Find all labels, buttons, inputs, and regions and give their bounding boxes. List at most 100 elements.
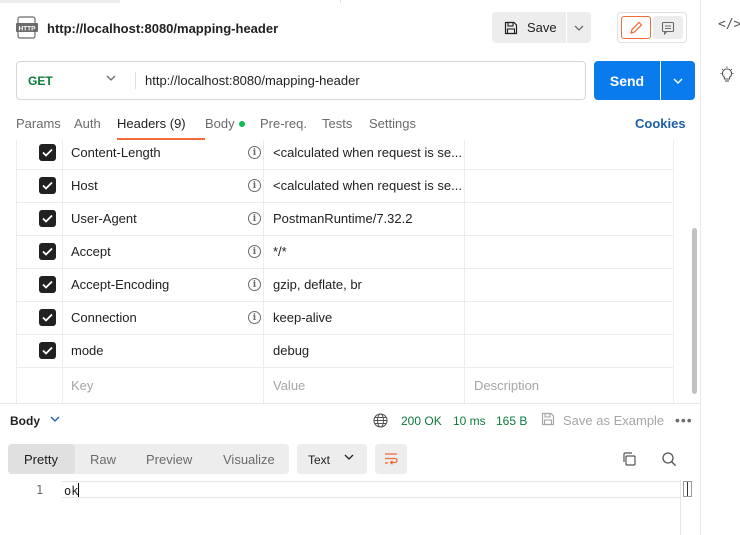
headers-scrollbar[interactable] — [692, 228, 697, 394]
editor-scrollbar[interactable] — [683, 481, 692, 497]
cookies-link[interactable]: Cookies — [635, 116, 686, 131]
body-indicator-dot — [238, 121, 245, 127]
checkmark-icon — [42, 280, 53, 289]
info-icon[interactable]: i — [248, 245, 261, 258]
tab-body-label: Body — [205, 116, 235, 131]
key-input[interactable]: Key — [71, 378, 93, 393]
tab-settings[interactable]: Settings — [369, 116, 416, 131]
tab-body[interactable]: Body — [205, 116, 245, 131]
response-editor[interactable]: 1 ok — [0, 480, 700, 535]
view-tab-pretty[interactable]: Pretty — [24, 452, 58, 467]
row-checkbox[interactable] — [39, 210, 56, 227]
row-checkbox[interactable] — [39, 144, 56, 161]
header-value[interactable]: <calculated when request is se... — [273, 145, 462, 160]
row-checkbox[interactable] — [39, 276, 56, 293]
response-time[interactable]: 10 ms — [453, 414, 486, 428]
header-key[interactable]: Connection — [71, 310, 137, 325]
tab-headers[interactable]: Headers (9) — [117, 116, 186, 131]
tab-strip-segment — [0, 0, 120, 3]
row-checkbox[interactable] — [39, 309, 56, 326]
response-body-select[interactable]: Body — [10, 414, 40, 428]
request-header: HTTP http://localhost:8080/mapping-heade… — [0, 12, 700, 46]
right-sidebar: </> — [700, 0, 740, 535]
info-icon[interactable]: i — [248, 179, 261, 192]
save-label: Save — [527, 20, 557, 35]
save-as-example-button[interactable]: Save as Example — [563, 413, 664, 428]
tab-prereq[interactable]: Pre-req. — [260, 116, 307, 131]
header-key[interactable]: User-Agent — [71, 211, 137, 226]
save-icon — [504, 21, 518, 34]
send-options-button[interactable] — [661, 61, 695, 100]
header-value[interactable]: PostmanRuntime/7.32.2 — [273, 211, 412, 226]
wrap-icon — [385, 453, 398, 465]
table-row: Connection i keep-alive — [17, 302, 673, 335]
request-tabs: Params Auth Headers (9) Body Pre-req. Te… — [16, 116, 696, 140]
more-options-icon[interactable]: ••• — [675, 412, 693, 428]
table-row: User-Agent i PostmanRuntime/7.32.2 — [17, 203, 673, 236]
info-icon[interactable]: i — [248, 146, 261, 159]
description-input[interactable]: Description — [474, 378, 539, 393]
method-select[interactable]: GET — [28, 74, 53, 88]
view-mode-toggle — [617, 12, 687, 43]
chevron-down-icon[interactable] — [50, 416, 60, 422]
checkmark-icon — [42, 214, 53, 223]
url-bar: GET http://localhost:8080/mapping-header — [16, 61, 586, 100]
header-value[interactable]: keep-alive — [273, 310, 332, 325]
response-view-tabs: Pretty Raw Preview Visualize — [8, 444, 289, 474]
wrap-lines-button[interactable] — [375, 444, 407, 474]
editor-ruler — [680, 480, 681, 535]
row-checkbox[interactable] — [39, 243, 56, 260]
edit-mode-button[interactable] — [621, 16, 651, 39]
view-tab-raw[interactable]: Raw — [90, 452, 116, 467]
tab-tests[interactable]: Tests — [322, 116, 352, 131]
search-icon[interactable] — [661, 451, 677, 467]
table-row: Accept-Encoding i gzip, deflate, br — [17, 269, 673, 302]
text-cursor — [78, 483, 80, 497]
tab-params[interactable]: Params — [16, 116, 61, 131]
info-icon[interactable]: i — [248, 278, 261, 291]
view-tab-preview[interactable]: Preview — [146, 452, 192, 467]
row-checkbox[interactable] — [39, 177, 56, 194]
chevron-down-icon — [673, 78, 683, 84]
header-key[interactable]: mode — [71, 343, 104, 358]
value-input[interactable]: Value — [273, 378, 305, 393]
save-button[interactable]: Save — [492, 12, 566, 43]
request-title[interactable]: http://localhost:8080/mapping-header — [47, 21, 278, 36]
save-options-button[interactable] — [567, 12, 591, 43]
url-input[interactable]: http://localhost:8080/mapping-header — [145, 73, 360, 88]
response-content[interactable]: ok — [64, 483, 80, 498]
header-value[interactable]: debug — [273, 343, 309, 358]
http-request-icon: HTTP — [16, 16, 38, 39]
code-snippet-icon[interactable]: </> — [718, 17, 740, 32]
header-value[interactable]: */* — [273, 244, 287, 259]
line-number: 1 — [36, 483, 44, 497]
header-value[interactable]: gzip, deflate, br — [273, 277, 362, 292]
checkmark-icon — [42, 148, 53, 157]
header-value[interactable]: <calculated when request is se... — [273, 178, 462, 193]
header-key[interactable]: Accept-Encoding — [71, 277, 169, 292]
chevron-down-icon — [344, 454, 354, 460]
header-key[interactable]: Content-Length — [71, 145, 161, 160]
documentation-mode-button[interactable] — [653, 16, 683, 39]
header-key[interactable]: Host — [71, 178, 98, 193]
view-tab-visualize[interactable]: Visualize — [223, 452, 275, 467]
tab-auth[interactable]: Auth — [74, 116, 101, 131]
top-tab-strip — [0, 0, 700, 3]
checkmark-icon — [42, 181, 53, 190]
response-size[interactable]: 165 B — [496, 414, 527, 428]
comment-icon — [661, 21, 675, 35]
copy-icon[interactable] — [621, 451, 637, 467]
format-select[interactable]: Text — [297, 444, 367, 474]
info-icon[interactable]: i — [248, 311, 261, 324]
chevron-down-icon[interactable] — [106, 75, 116, 81]
table-row: Host i <calculated when request is se... — [17, 170, 673, 203]
globe-icon[interactable] — [373, 413, 388, 428]
lightbulb-icon[interactable] — [719, 66, 735, 84]
row-checkbox[interactable] — [39, 342, 56, 359]
svg-text:HTTP: HTTP — [19, 26, 37, 33]
send-button[interactable]: Send — [594, 61, 660, 100]
status-code[interactable]: 200 OK — [401, 414, 442, 428]
info-icon[interactable]: i — [248, 212, 261, 225]
checkmark-icon — [42, 313, 53, 322]
header-key[interactable]: Accept — [71, 244, 111, 259]
